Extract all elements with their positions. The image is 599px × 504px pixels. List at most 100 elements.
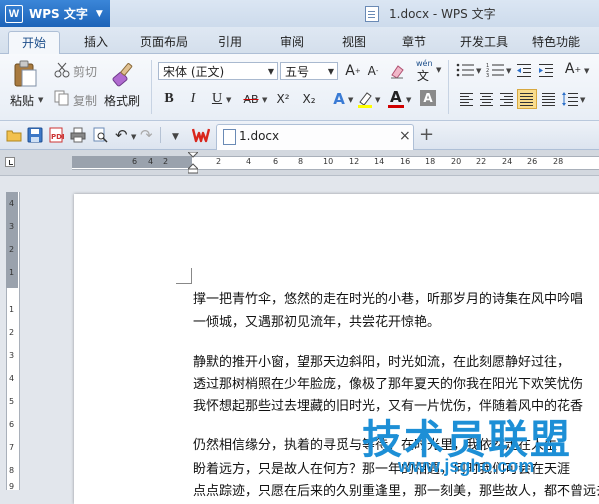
- character-shading-icon[interactable]: A: [420, 90, 436, 106]
- app-menu-button[interactable]: W WPS 文字 ▼: [0, 0, 110, 27]
- underline-button[interactable]: U: [208, 90, 226, 108]
- ruler-tick: 4: [9, 199, 15, 208]
- tab-home[interactable]: 开始: [8, 31, 60, 54]
- align-left-icon[interactable]: [460, 92, 474, 106]
- align-center-icon[interactable]: [480, 92, 494, 106]
- ribbon-separator: [448, 60, 449, 114]
- ruler-tick: 6: [9, 420, 15, 429]
- indent-marker-icon[interactable]: [186, 151, 200, 174]
- strikethrough-button[interactable]: AB: [240, 90, 262, 108]
- text-effect-dropdown-icon[interactable]: ▼: [348, 96, 353, 104]
- justify-button[interactable]: [517, 89, 537, 109]
- redo-icon[interactable]: ↷: [140, 127, 156, 143]
- superscript-button[interactable]: X²: [272, 90, 294, 108]
- paste-button[interactable]: [12, 60, 38, 88]
- document-line[interactable]: 点点踪迹，只愿在后来的久别重逢里，那一刻美，那些故人，都不曾远去: [193, 480, 599, 504]
- tab-page-layout[interactable]: 页面布局: [134, 31, 194, 53]
- shrink-font-icon[interactable]: A-: [364, 62, 382, 80]
- format-painter-label[interactable]: 格式刷: [104, 92, 140, 109]
- chevron-down-icon: ▼: [267, 67, 274, 76]
- line-spacing-icon[interactable]: [562, 92, 578, 106]
- undo-icon[interactable]: ↶: [115, 127, 131, 143]
- document-line[interactable]: 一倾城，又遇那初见流年，共尝花开惊艳。: [193, 311, 440, 335]
- format-painter-button[interactable]: [110, 60, 136, 88]
- close-tab-icon[interactable]: ×: [399, 128, 411, 144]
- tab-chapter[interactable]: 章节: [394, 31, 434, 53]
- ruler-tick: 4: [246, 157, 252, 166]
- text-tools-dropdown-icon[interactable]: ▼: [584, 67, 589, 75]
- text-effect-icon[interactable]: A: [330, 90, 348, 108]
- font-size-value: 五号: [285, 65, 310, 79]
- tab-stop-selector[interactable]: [5, 157, 15, 167]
- undo-dropdown-icon[interactable]: ▼: [131, 133, 136, 141]
- increase-indent-icon[interactable]: [538, 62, 554, 78]
- document-tab[interactable]: 1.docx ×: [216, 124, 414, 150]
- grow-font-icon[interactable]: A +: [344, 62, 362, 80]
- subscript-button[interactable]: X₂: [298, 90, 320, 108]
- scissors-icon[interactable]: [54, 62, 70, 78]
- font-color-dropdown-icon[interactable]: ▼: [406, 96, 411, 104]
- tab-references[interactable]: 引用: [210, 31, 250, 53]
- font-color-icon: A: [390, 88, 402, 106]
- app-name: WPS 文字: [29, 7, 88, 21]
- svg-text:3: 3: [486, 73, 489, 78]
- print-icon[interactable]: [70, 127, 86, 143]
- bullets-icon[interactable]: [456, 62, 476, 78]
- phonetic-guide-button[interactable]: wén 文: [414, 59, 438, 83]
- distributed-align-icon[interactable]: [542, 92, 556, 106]
- bullets-dropdown-icon[interactable]: ▼: [476, 67, 481, 75]
- save-icon[interactable]: [27, 127, 43, 143]
- tab-review[interactable]: 审阅: [272, 31, 312, 53]
- tab-developer[interactable]: 开发工具: [452, 31, 516, 53]
- numbering-icon[interactable]: 123: [486, 62, 506, 79]
- print-preview-icon[interactable]: [92, 127, 108, 143]
- strikethrough-dropdown-icon[interactable]: ▼: [262, 96, 267, 104]
- wps-logo-icon: W: [5, 4, 23, 23]
- numbering-dropdown-icon[interactable]: ▼: [506, 67, 511, 75]
- new-tab-icon[interactable]: +: [419, 124, 434, 145]
- text-tools-icon[interactable]: A +: [564, 60, 582, 78]
- customize-toolbar-icon[interactable]: ▼: [172, 132, 179, 142]
- phonetic-dropdown-icon[interactable]: ▼: [436, 66, 441, 74]
- font-name-select[interactable]: 宋体 (正文) ▼: [158, 62, 278, 80]
- align-right-icon[interactable]: [500, 92, 514, 106]
- ruler-tick: 8: [298, 157, 304, 166]
- paste-label[interactable]: 粘贴: [10, 92, 34, 109]
- copy-button[interactable]: 复制: [73, 92, 97, 109]
- ruler-tick: 20: [451, 157, 462, 166]
- underline-dropdown-icon[interactable]: ▼: [226, 96, 231, 104]
- document-line[interactable]: 透过那树梢照在少年脸庞，像极了那年夏天的你我在阳光下欢笑忧伤: [193, 373, 583, 397]
- svg-text:PDF: PDF: [51, 133, 64, 141]
- watermark-url: www.jsgho.com: [398, 456, 535, 476]
- font-color-button[interactable]: A: [386, 88, 406, 110]
- highlight-icon[interactable]: [356, 90, 374, 108]
- ribbon-tab-bar: 开始 插入 页面布局 引用 审阅 视图 章节 开发工具 特色功能: [0, 27, 599, 54]
- line-spacing-dropdown-icon[interactable]: ▼: [580, 96, 585, 104]
- export-pdf-icon[interactable]: PDF: [48, 127, 67, 143]
- open-folder-icon[interactable]: [6, 128, 22, 142]
- paste-dropdown-icon[interactable]: ▼: [38, 96, 43, 104]
- font-size-select[interactable]: 五号 ▼: [280, 62, 338, 80]
- highlight-dropdown-icon[interactable]: ▼: [375, 96, 380, 104]
- ruler-tick: 14: [374, 157, 385, 166]
- cut-button[interactable]: 剪切: [73, 63, 97, 80]
- copy-icon[interactable]: [54, 90, 70, 106]
- ruler-tick: 2: [216, 157, 222, 166]
- document-line[interactable]: 静默的推开小窗，望那天边斜阳，时光如流，在此刻愿静好过往，: [193, 351, 570, 375]
- clear-format-icon[interactable]: [388, 62, 406, 80]
- ruler-tick: 28: [553, 157, 564, 166]
- tab-view[interactable]: 视图: [334, 31, 374, 53]
- document-icon: [223, 129, 236, 145]
- tab-special-features[interactable]: 特色功能: [526, 31, 586, 53]
- tab-insert[interactable]: 插入: [76, 31, 116, 53]
- decrease-indent-icon[interactable]: [516, 62, 532, 78]
- document-title: 1.docx - WPS 文字: [389, 7, 496, 21]
- ruler-tick: 10: [323, 157, 334, 166]
- document-line[interactable]: 撑一把青竹伞，悠然的走在时光的小巷，听那岁月的诗集在风中吟唱: [193, 288, 583, 312]
- ruler-tick: 24: [502, 157, 513, 166]
- brush-icon: [112, 63, 133, 87]
- wps-writer-icon: [191, 127, 211, 143]
- ruler-tick: 2: [9, 328, 15, 337]
- italic-button[interactable]: I: [184, 90, 202, 108]
- bold-button[interactable]: B: [160, 90, 178, 108]
